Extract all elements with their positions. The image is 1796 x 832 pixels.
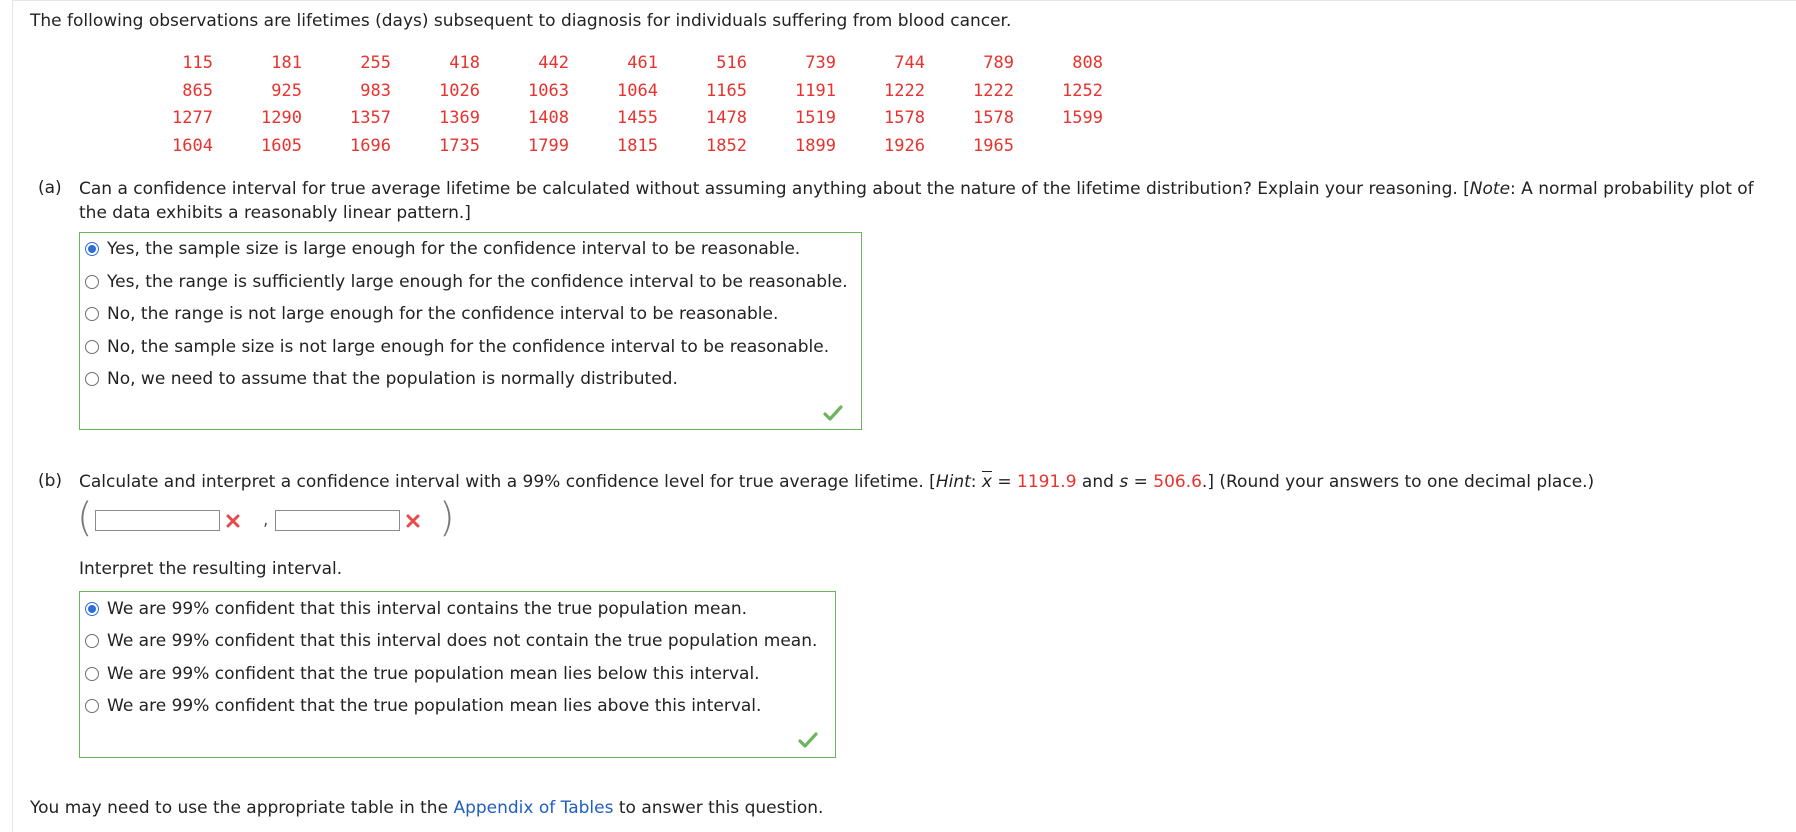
radio-button[interactable] — [85, 602, 99, 616]
part-a-label: (a) — [38, 178, 62, 198]
part-b-question: Calculate and interpret a confidence int… — [79, 472, 1595, 492]
data-value: 1599 — [1062, 108, 1103, 129]
part-a-question: Can a confidence interval for true avera… — [79, 179, 1754, 223]
radio-button[interactable] — [85, 372, 99, 386]
data-value: 789 — [983, 52, 1014, 73]
part-b-label: (b) — [38, 471, 63, 491]
radio-button[interactable] — [85, 340, 99, 354]
data-value: 808 — [1072, 52, 1103, 73]
open-parenthesis: ( — [77, 495, 93, 541]
data-value: 1815 — [617, 136, 658, 157]
data-value: 1604 — [172, 136, 213, 157]
data-value: 1063 — [528, 80, 569, 101]
data-value: 1965 — [973, 136, 1014, 157]
data-value: 1696 — [350, 136, 391, 157]
data-value: 1926 — [884, 136, 925, 157]
data-value: 1165 — [706, 80, 747, 101]
data-row: 115 181 255 418 442 461 516 739 744 789 808 — [124, 49, 1103, 77]
data-value: 1357 — [350, 108, 391, 129]
radio-button[interactable] — [85, 307, 99, 321]
data-value: 1252 — [1062, 80, 1103, 101]
data-value: 1026 — [439, 80, 480, 101]
intro-text: The following observations are lifetimes… — [30, 11, 1012, 31]
data-value: 1290 — [261, 108, 302, 129]
correct-check-icon — [798, 732, 818, 748]
data-value: 1519 — [795, 108, 836, 129]
data-value: 418 — [449, 52, 480, 73]
part-b-option-2[interactable]: We are 99% confident that the true popul… — [85, 663, 760, 685]
part-a-option-2[interactable]: No, the range is not large enough for th… — [85, 303, 778, 325]
close-parenthesis: ) — [439, 495, 455, 541]
part-a-option-1[interactable]: Yes, the range is sufficiently large eno… — [85, 271, 848, 293]
question-page: The following observations are lifetimes… — [12, 0, 1796, 832]
data-value: 255 — [360, 52, 391, 73]
data-value: 1899 — [795, 136, 836, 157]
data-value: 1064 — [617, 80, 658, 101]
data-value: 739 — [805, 52, 836, 73]
upper-bound-input[interactable] — [275, 510, 400, 531]
data-value: 1605 — [261, 136, 302, 157]
data-value: 1735 — [439, 136, 480, 157]
data-value: 865 — [182, 80, 213, 101]
data-value: 442 — [538, 52, 569, 73]
data-value: 181 — [271, 52, 302, 73]
part-b-answer-box: We are 99% confident that this interval … — [79, 591, 836, 758]
part-b-option-0[interactable]: We are 99% confident that this interval … — [85, 598, 747, 620]
data-value: 1455 — [617, 108, 658, 129]
incorrect-x-icon — [406, 514, 420, 528]
part-a-option-0[interactable]: Yes, the sample size is large enough for… — [85, 238, 800, 260]
part-b-option-3[interactable]: We are 99% confident that the true popul… — [85, 695, 761, 717]
data-table: 115 181 255 418 442 461 516 739 744 789 808 865 925 9… — [124, 49, 1103, 160]
data-value: 1578 — [884, 108, 925, 129]
data-value: 1222 — [973, 80, 1014, 101]
data-value: 1852 — [706, 136, 747, 157]
data-value: 744 — [894, 52, 925, 73]
data-value: 1578 — [973, 108, 1014, 129]
data-row: 1604 1605 1696 1735 1799 1815 1852 1899 1926 1965 — [124, 132, 1103, 160]
incorrect-x-icon — [226, 514, 240, 528]
data-value: 461 — [627, 52, 658, 73]
lower-bound-input[interactable] — [95, 510, 220, 531]
radio-button[interactable] — [85, 634, 99, 648]
data-value: 983 — [360, 80, 391, 101]
data-row: 1277 1290 1357 1369 1408 1455 1478 1519 1578 1578… — [124, 105, 1103, 133]
part-a-answer-box: Yes, the sample size is large enough for… — [79, 232, 862, 430]
footer-text: You may need to use the appropriate tabl… — [30, 798, 824, 818]
data-value: 1799 — [528, 136, 569, 157]
data-value: 516 — [716, 52, 747, 73]
radio-button[interactable] — [85, 242, 99, 256]
data-value: 1408 — [528, 108, 569, 129]
data-value: 115 — [182, 52, 213, 73]
appendix-link[interactable]: Appendix of Tables — [453, 798, 613, 818]
radio-button[interactable] — [85, 699, 99, 713]
data-value: 1191 — [795, 80, 836, 101]
data-value: 1277 — [172, 108, 213, 129]
part-b-option-1[interactable]: We are 99% confident that this interval … — [85, 630, 817, 652]
data-value: 1222 — [884, 80, 925, 101]
interval-separator: , — [263, 510, 269, 530]
data-row: 865 925 983 1026 1063 1064 1165 1191 1222 1222 125… — [124, 77, 1103, 105]
data-value: 1478 — [706, 108, 747, 129]
radio-button[interactable] — [85, 667, 99, 681]
radio-button[interactable] — [85, 275, 99, 289]
data-value: 1369 — [439, 108, 480, 129]
data-value: 925 — [271, 80, 302, 101]
correct-check-icon — [823, 405, 843, 421]
part-a-option-4[interactable]: No, we need to assume that the populatio… — [85, 368, 678, 390]
interpret-label: Interpret the resulting interval. — [79, 559, 343, 579]
part-a-option-3[interactable]: No, the sample size is not large enough … — [85, 336, 829, 358]
